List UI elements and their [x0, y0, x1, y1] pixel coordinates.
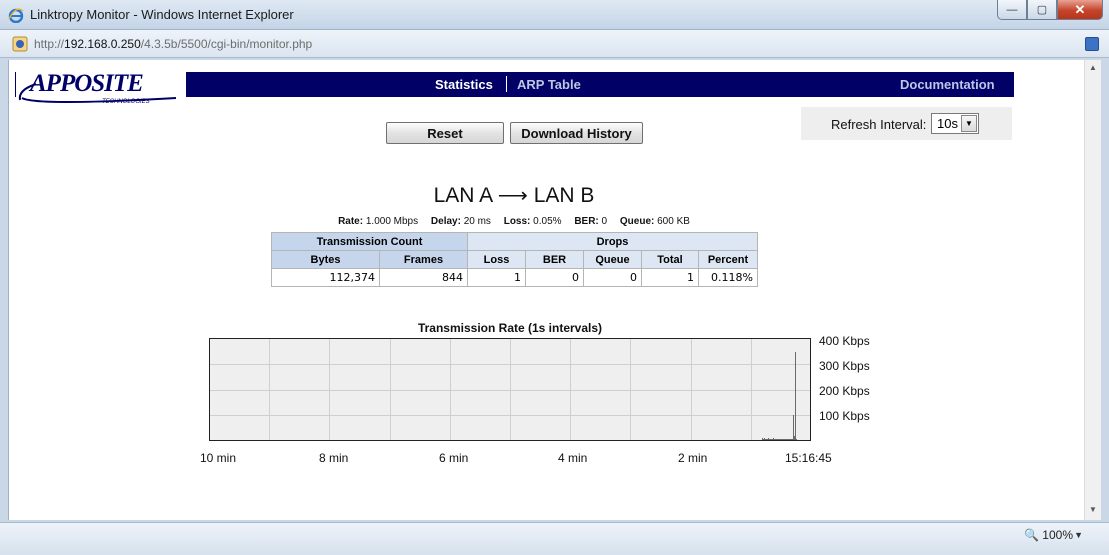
chart-bar [790, 439, 791, 440]
chart-bar [786, 439, 787, 440]
zoom-level[interactable]: 🔍 100% [1024, 528, 1073, 542]
scroll-down-arrow-icon[interactable]: ▼ [1089, 505, 1097, 514]
chart-bar [777, 439, 778, 440]
reset-button[interactable]: Reset [386, 122, 504, 144]
chart-bar [784, 439, 785, 440]
status-bar [0, 522, 1109, 555]
chart-bar [781, 439, 782, 440]
table-row: 112,374 844 1 0 0 1 0.118% [271, 268, 758, 287]
column-header: Frames [379, 250, 468, 269]
chart-bar [785, 439, 786, 440]
close-button[interactable]: ✕ [1057, 0, 1103, 20]
chart-title: Transmission Rate (1s intervals) [417, 321, 603, 335]
column-header: BER [525, 250, 584, 269]
column-header: Loss [467, 250, 526, 269]
chart-bar [774, 439, 775, 440]
nav-documentation[interactable]: Documentation [900, 77, 995, 92]
transmission-count-header: Transmission Count [271, 232, 468, 251]
chart-bar [783, 439, 784, 440]
transmission-rate-chart [209, 338, 811, 441]
y-axis-label: 400 Kbps [819, 334, 870, 348]
chart-bar [787, 439, 788, 440]
column-header: Total [641, 250, 699, 269]
chart-bar [792, 439, 793, 440]
x-axis-label: 15:16:45 [785, 451, 832, 465]
maximize-button[interactable]: ▢ [1027, 0, 1057, 20]
column-header: Queue [583, 250, 642, 269]
column-header: Percent [698, 250, 758, 269]
chart-bar [763, 439, 764, 440]
total-cell: 1 [641, 268, 699, 287]
chart-bar [788, 439, 789, 440]
zoom-dropdown-icon[interactable]: ▼ [1074, 530, 1083, 540]
chart-bar [795, 352, 796, 440]
window-controls: — ▢ ✕ [997, 0, 1103, 20]
chart-bar [768, 438, 769, 440]
percent-cell: 0.118% [698, 268, 758, 287]
frames-cell: 844 [379, 268, 468, 287]
compatibility-view-icon[interactable] [1085, 37, 1099, 51]
chart-bar [767, 439, 768, 440]
chart-bar [775, 439, 776, 440]
chart-bar [766, 439, 767, 440]
drops-header: Drops [467, 232, 758, 251]
chart-bar [791, 439, 792, 440]
chart-bar [773, 438, 774, 440]
link-heading: LAN A ⟶ LAN B [433, 184, 595, 207]
link-parameters: Rate: 1.000 Mbps Delay: 20 ms Loss: 0.05… [338, 216, 690, 227]
minimize-button[interactable]: — [997, 0, 1027, 20]
window-titlebar: Linktropy Monitor - Windows Internet Exp… [0, 0, 1109, 30]
dropdown-arrow-icon[interactable]: ▼ [961, 115, 977, 132]
x-axis-label: 6 min [439, 451, 469, 465]
svg-text:TECHNOLOGIES: TECHNOLOGIES [102, 99, 150, 105]
apposite-logo: APPOSITE TECHNOLOGIES [16, 64, 186, 106]
chart-bar [776, 439, 777, 440]
column-header: Bytes [271, 250, 380, 269]
address-url[interactable]: http://192.168.0.250/4.3.5b/5500/cgi-bin… [34, 37, 312, 51]
refresh-interval-select[interactable]: 10s ▼ [931, 113, 979, 134]
chart-bar [765, 439, 766, 440]
download-history-button[interactable]: Download History [510, 122, 643, 144]
ber-cell: 0 [525, 268, 584, 287]
refresh-interval-label: Refresh Interval: [831, 117, 927, 132]
chart-bar [769, 439, 770, 440]
nav-divider [506, 76, 507, 92]
chart-bar [794, 436, 795, 440]
bytes-cell: 112,374 [271, 268, 380, 287]
page-favicon-icon [12, 36, 28, 52]
chart-bar [762, 438, 763, 440]
nav-statistics[interactable]: Statistics [435, 77, 493, 92]
nav-arp-table[interactable]: ARP Table [517, 77, 581, 92]
x-axis-label: 2 min [678, 451, 708, 465]
chart-bar [796, 439, 797, 440]
internet-explorer-icon [8, 8, 24, 23]
vertical-scrollbar[interactable]: ▲ ▼ [1084, 60, 1101, 520]
y-axis-label: 100 Kbps [819, 409, 870, 423]
y-axis-label: 300 Kbps [819, 359, 870, 373]
svg-text:APPOSITE: APPOSITE [28, 70, 143, 97]
x-axis-label: 10 min [200, 451, 237, 465]
chart-bar [789, 439, 790, 440]
x-axis-label: 4 min [558, 451, 588, 465]
chart-bar [780, 439, 781, 440]
chart-bar [782, 439, 783, 440]
refresh-interval-value: 10s [937, 116, 958, 131]
x-axis-label: 8 min [319, 451, 349, 465]
scroll-up-arrow-icon[interactable]: ▲ [1089, 63, 1097, 72]
loss-cell: 1 [467, 268, 526, 287]
chart-bar [764, 438, 765, 440]
chart-bar [778, 439, 779, 440]
window-title: Linktropy Monitor - Windows Internet Exp… [30, 7, 294, 22]
chart-bar [779, 439, 780, 440]
chart-bar [772, 439, 773, 440]
y-axis-label: 200 Kbps [819, 384, 870, 398]
queue-cell: 0 [583, 268, 642, 287]
chart-bar [771, 439, 772, 440]
chart-bar [793, 415, 794, 440]
chart-bar [770, 439, 771, 440]
statistics-table: Transmission Count Drops Bytes Frames Lo… [271, 232, 758, 287]
